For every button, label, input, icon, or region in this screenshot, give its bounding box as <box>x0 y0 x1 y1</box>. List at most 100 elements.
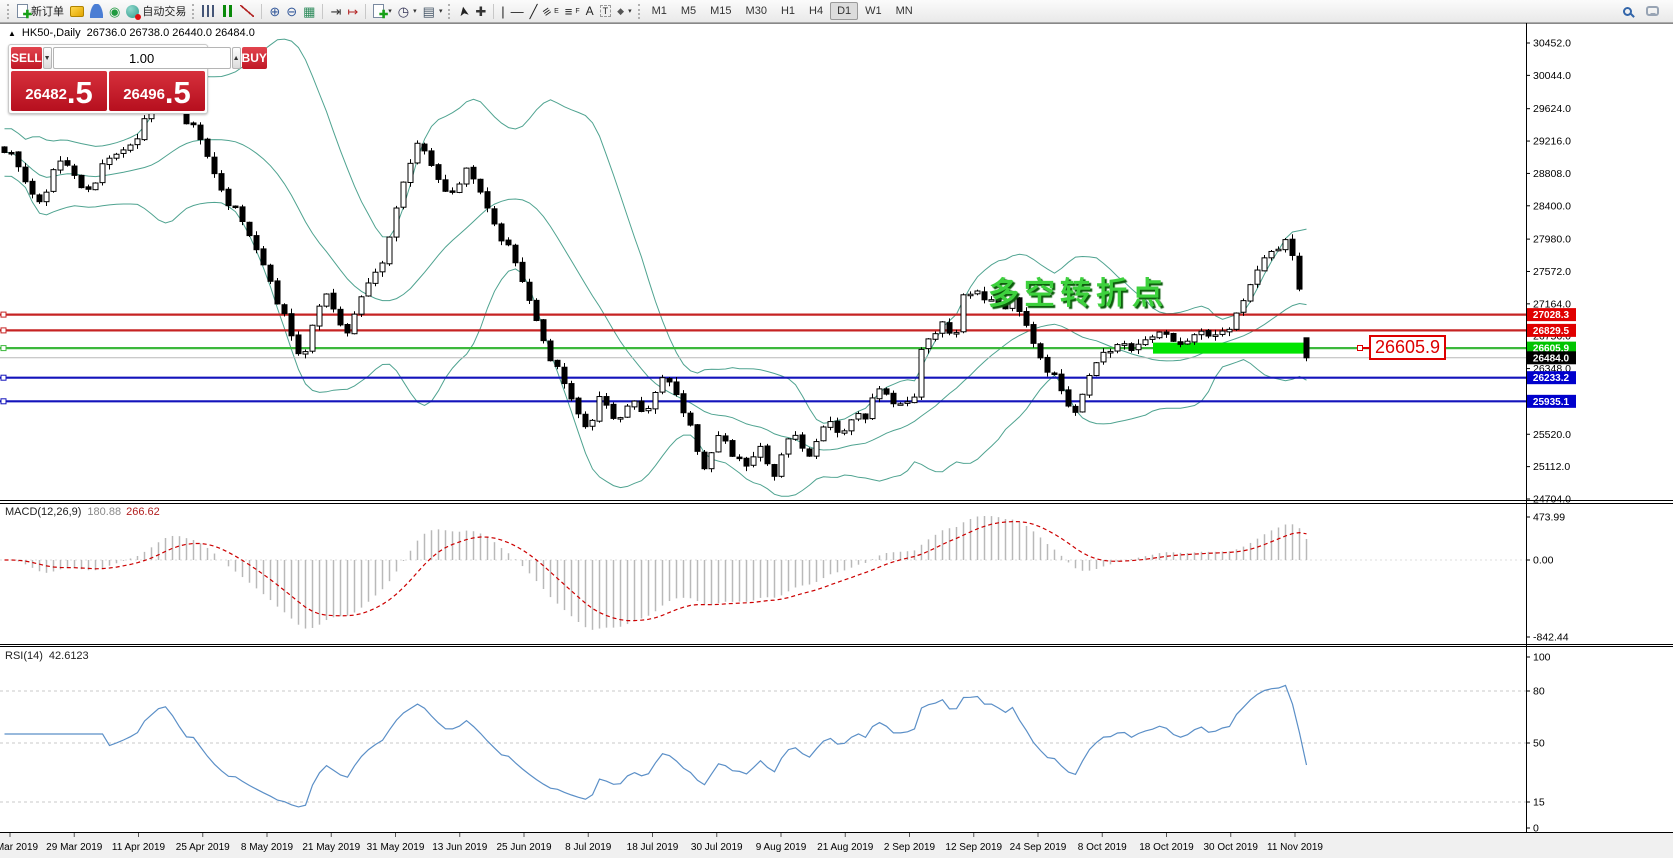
rsi-label: RSI(14)42.6123 <box>5 650 89 662</box>
cursor-button[interactable]: ➤ <box>455 1 473 20</box>
svg-text:29 Mar 2019: 29 Mar 2019 <box>46 842 103 853</box>
svg-text:29624.0: 29624.0 <box>1533 103 1571 115</box>
text-label-tool-button[interactable]: T <box>597 4 615 18</box>
svg-text:30452.0: 30452.0 <box>1533 38 1571 50</box>
sell-price-big: .5 <box>67 77 93 108</box>
auto-scroll-button[interactable]: ⇥ <box>327 4 344 19</box>
volume-input[interactable] <box>53 47 231 69</box>
shapes-icon: ◆ <box>617 7 624 16</box>
template-icon: ▤ <box>423 5 435 18</box>
candlestick-mode-button[interactable] <box>218 4 237 18</box>
svg-text:24 Sep 2019: 24 Sep 2019 <box>1010 842 1067 853</box>
timeframe-button-H4[interactable]: H4 <box>802 2 830 20</box>
svg-text:0.00: 0.00 <box>1533 555 1554 567</box>
buy-price-box[interactable]: 26496 .5 <box>109 71 205 111</box>
line-chart-icon <box>240 5 254 17</box>
volume-increase-button[interactable]: ▲ <box>232 47 241 69</box>
zoom-out-button[interactable]: ⊖ <box>283 4 300 19</box>
sell-price-box[interactable]: 26482 .5 <box>11 71 107 111</box>
svg-text:473.99: 473.99 <box>1533 512 1565 524</box>
fibonacci-tag: F <box>575 8 579 15</box>
horizontal-line-button[interactable]: — <box>508 4 527 19</box>
crosshair-button[interactable]: ✚ <box>472 4 489 19</box>
svg-text:11 Nov 2019: 11 Nov 2019 <box>1267 842 1323 853</box>
buy-button[interactable]: BUY <box>242 47 267 69</box>
indicators-icon: ✚ <box>373 4 384 18</box>
chevron-down-icon: ▾ <box>388 7 392 15</box>
chart-shift-button[interactable]: ↦ <box>344 4 361 19</box>
svg-text:24704.0: 24704.0 <box>1533 494 1571 506</box>
charts-button[interactable] <box>67 5 87 18</box>
chart-canvas[interactable]: 30452.030044.029624.029216.028808.028400… <box>0 23 1673 858</box>
timeframe-button-H1[interactable]: H1 <box>774 2 802 20</box>
autotrading-icon <box>126 5 139 18</box>
fibonacci-icon: ≡ <box>565 5 573 18</box>
timeframe-button-M5[interactable]: M5 <box>674 2 703 20</box>
profile-icon <box>90 4 103 18</box>
fibonacci-button[interactable]: ≡F <box>562 4 583 19</box>
macd-main-value: 180.88 <box>87 506 121 518</box>
profile-button[interactable] <box>87 3 106 19</box>
line-chart-mode-button[interactable] <box>237 4 257 18</box>
svg-text:2 Sep 2019: 2 Sep 2019 <box>884 842 936 853</box>
indicators-button[interactable]: ✚ ▾ <box>370 3 395 19</box>
templates-button[interactable]: ▤ ▾ <box>420 4 446 19</box>
zoom-in-button[interactable]: ⊕ <box>266 4 283 19</box>
svg-text:27028.3: 27028.3 <box>1533 310 1570 321</box>
signals-button[interactable]: ◉ <box>106 4 123 19</box>
toolbar-grip <box>638 4 642 19</box>
channel-icon: ≡ <box>540 3 554 18</box>
macd-signal-value: 266.62 <box>126 506 160 518</box>
chevron-down-icon: ▾ <box>439 7 443 15</box>
timeframe-button-MN[interactable]: MN <box>889 2 920 20</box>
autotrading-button[interactable]: 自动交易 <box>123 2 189 20</box>
svg-text:100: 100 <box>1533 652 1551 664</box>
svg-text:8 May 2019: 8 May 2019 <box>241 842 294 853</box>
svg-text:30 Oct 2019: 30 Oct 2019 <box>1204 842 1259 853</box>
svg-text:30 Jul 2019: 30 Jul 2019 <box>691 842 743 853</box>
autotrading-label: 自动交易 <box>142 3 186 19</box>
svg-text:27980.0: 27980.0 <box>1533 234 1571 246</box>
volume-decrease-button[interactable]: ▼ <box>43 47 52 69</box>
svg-text:25 Jun 2019: 25 Jun 2019 <box>496 842 551 853</box>
text-tool-button[interactable]: A <box>583 4 597 18</box>
search-icon[interactable] <box>1623 7 1632 16</box>
svg-text:25112.0: 25112.0 <box>1533 461 1570 473</box>
svg-text:50: 50 <box>1533 738 1545 750</box>
svg-text:21 Aug 2019: 21 Aug 2019 <box>817 842 874 853</box>
timeframe-button-W1[interactable]: W1 <box>858 2 889 20</box>
svg-text:18 Jul 2019: 18 Jul 2019 <box>627 842 679 853</box>
candlestick-icon <box>221 5 234 17</box>
highlight-zone[interactable] <box>1153 343 1304 354</box>
svg-text:27572.0: 27572.0 <box>1533 266 1571 278</box>
svg-text:80: 80 <box>1533 686 1545 698</box>
one-click-trading-panel: SELL ▼ ▲ BUY 26482 .5 26496 .5 <box>8 44 208 114</box>
price-callout-box[interactable]: 26605.9 <box>1369 335 1446 360</box>
chart-ohlc-values: 26736.0 26738.0 26440.0 26484.0 <box>87 27 255 39</box>
equidistant-channel-button[interactable]: ≡E <box>540 4 561 19</box>
collapse-triangle-icon[interactable]: ▲ <box>8 29 16 38</box>
svg-text:28808.0: 28808.0 <box>1533 168 1571 180</box>
timeframe-button-M1[interactable]: M1 <box>645 2 674 20</box>
timeframe-button-M15[interactable]: M15 <box>703 2 738 20</box>
chart-window[interactable]: 30452.030044.029624.029216.028808.028400… <box>0 23 1673 858</box>
vertical-line-button[interactable]: | <box>498 4 507 19</box>
timeframe-button-D1[interactable]: D1 <box>830 2 858 20</box>
trendline-button[interactable]: ╱ <box>527 4 541 19</box>
signals-icon: ◉ <box>109 5 120 18</box>
timeframe-button-M30[interactable]: M30 <box>739 2 774 20</box>
toolbar-separator <box>322 4 323 19</box>
chat-icon[interactable] <box>1646 6 1659 16</box>
tile-windows-button[interactable]: ▦ <box>300 4 318 19</box>
svg-text:11 Apr 2019: 11 Apr 2019 <box>112 842 166 853</box>
periods-button[interactable]: ◷ ▾ <box>395 4 420 19</box>
arrows-tool-button[interactable]: ◆ ▾ <box>614 6 634 17</box>
bar-chart-mode-button[interactable] <box>199 4 218 18</box>
bar-chart-icon <box>202 5 215 17</box>
sell-button[interactable]: SELL <box>11 47 42 69</box>
toolbar-right-icons <box>1623 6 1669 16</box>
buy-price-main: 26496 <box>123 82 165 108</box>
toolbar-separator <box>365 4 366 19</box>
chart-title: ▲ HK50-,Daily 26736.0 26738.0 26440.0 26… <box>8 27 255 39</box>
new-order-button[interactable]: ✚ 新订单 <box>14 2 67 20</box>
